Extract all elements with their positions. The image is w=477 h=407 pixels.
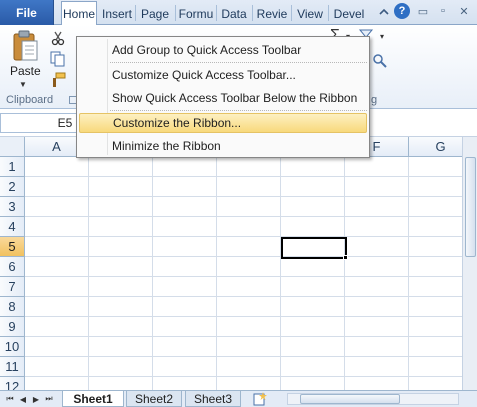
tab-insert[interactable]: Insert	[101, 2, 133, 25]
insert-worksheet-icon[interactable]	[252, 392, 268, 406]
active-cell-e5[interactable]	[281, 237, 347, 259]
sheet-tab-bar: ⏮ ◀ ▶ ⏭ Sheet1 Sheet2 Sheet3	[0, 390, 477, 407]
horizontal-scrollbar[interactable]	[287, 393, 459, 405]
paste-icon[interactable]	[11, 30, 39, 62]
menu-item-label: Show Quick Access Toolbar Below the Ribb…	[112, 91, 358, 105]
tab-separator	[135, 5, 136, 21]
tab-separator	[252, 5, 253, 21]
grid-row-line	[25, 316, 462, 317]
row-header-2[interactable]: 2	[0, 177, 25, 197]
tab-home[interactable]: Home	[61, 1, 97, 26]
menu-item-customize-qat[interactable]: Customize Quick Access Toolbar...	[79, 65, 367, 85]
sheet-tab-sheet3[interactable]: Sheet3	[185, 391, 241, 407]
row-header-8[interactable]: 8	[0, 297, 25, 317]
tab-file[interactable]: File	[0, 0, 54, 25]
menu-item-minimize-ribbon[interactable]: Minimize the Ribbon	[79, 136, 367, 156]
row-header-10[interactable]: 10	[0, 337, 25, 357]
minimize-icon[interactable]: ▭	[416, 4, 430, 18]
next-sheet-icon[interactable]: ▶	[30, 393, 42, 405]
row-header-11[interactable]: 11	[0, 357, 25, 377]
name-box[interactable]: E5	[0, 113, 80, 133]
paste-dropdown-arrow-icon[interactable]: ▼	[19, 80, 27, 89]
tab-separator	[291, 5, 292, 21]
grid-row-line	[25, 296, 462, 297]
first-sheet-icon[interactable]: ⏮	[4, 393, 16, 405]
vertical-scrollbar-thumb[interactable]	[465, 157, 476, 257]
horizontal-scrollbar-thumb[interactable]	[300, 394, 400, 404]
last-sheet-icon[interactable]: ⏭	[43, 393, 55, 405]
grid-row-line	[25, 176, 462, 177]
menu-item-label: Add Group to Quick Access Toolbar	[112, 43, 302, 57]
tab-page-layout[interactable]: Page	[137, 2, 173, 25]
ribbon-tab-bar: File Home Insert Page Formu Data Revie V…	[0, 0, 477, 26]
menu-item-show-qat-below-ribbon[interactable]: Show Quick Access Toolbar Below the Ribb…	[79, 88, 367, 108]
format-painter-icon[interactable]	[50, 72, 66, 88]
tab-review[interactable]: Revie	[254, 2, 290, 25]
tab-view[interactable]: View	[293, 2, 327, 25]
grid-row-line	[25, 216, 462, 217]
cut-icon[interactable]	[50, 30, 66, 46]
tab-separator	[216, 5, 217, 21]
menu-item-label: Customize the Ribbon...	[113, 116, 242, 130]
ribbon-collapse-caret-icon[interactable]	[378, 6, 390, 18]
copy-icon[interactable]	[50, 51, 66, 67]
menu-separator	[110, 62, 367, 63]
grid-row-line	[25, 356, 462, 357]
tab-separator	[328, 5, 329, 21]
menu-item-label: Minimize the Ribbon	[112, 139, 221, 153]
row-header-5[interactable]: 5	[0, 237, 25, 257]
restore-icon[interactable]: ▫	[436, 4, 450, 18]
vertical-scrollbar[interactable]	[462, 137, 477, 390]
grid-row-line	[25, 196, 462, 197]
grid-row-line	[25, 276, 462, 277]
row-header-4[interactable]: 4	[0, 217, 25, 237]
worksheet-grid[interactable]: ABCDEFG 123456789101112	[0, 137, 477, 390]
row-header-3[interactable]: 3	[0, 197, 25, 217]
tab-separator	[175, 5, 176, 21]
ribbon-context-menu: Add Group to Quick Access Toolbar Custom…	[76, 36, 370, 158]
sheet-tab-sheet1[interactable]: Sheet1	[62, 391, 124, 407]
menu-item-customize-ribbon[interactable]: Customize the Ribbon...	[79, 113, 367, 133]
row-header-9[interactable]: 9	[0, 317, 25, 337]
prev-sheet-icon[interactable]: ◀	[17, 393, 29, 405]
row-header-1[interactable]: 1	[0, 157, 25, 177]
grid-row-line	[25, 336, 462, 337]
grid-row-line	[25, 236, 462, 237]
tab-developer[interactable]: Devel	[330, 2, 368, 25]
grid-row-line	[25, 376, 462, 377]
row-header-12[interactable]: 12	[0, 377, 25, 390]
close-icon[interactable]: ✕	[457, 4, 471, 18]
help-icon[interactable]: ?	[394, 3, 410, 19]
editing-group-label: g	[371, 94, 378, 106]
menu-item-label: Customize Quick Access Toolbar...	[112, 68, 296, 82]
menu-item-add-group-to-qat[interactable]: Add Group to Quick Access Toolbar	[79, 40, 367, 60]
row-header-6[interactable]: 6	[0, 257, 25, 277]
tab-formulas[interactable]: Formu	[177, 2, 215, 25]
menu-separator	[110, 110, 367, 111]
select-all-corner[interactable]	[0, 137, 25, 157]
tab-data[interactable]: Data	[218, 2, 250, 25]
sheet-tab-sheet2[interactable]: Sheet2	[126, 391, 182, 407]
paste-button-label[interactable]: Paste	[10, 64, 41, 78]
find-select-icon[interactable]	[372, 53, 388, 69]
row-header-7[interactable]: 7	[0, 277, 25, 297]
fill-handle[interactable]	[343, 255, 348, 260]
grid-row-line	[25, 256, 462, 257]
sort-filter-dropdown-icon[interactable]: ▾	[380, 32, 384, 41]
clipboard-group-label: Clipboard	[6, 94, 54, 106]
